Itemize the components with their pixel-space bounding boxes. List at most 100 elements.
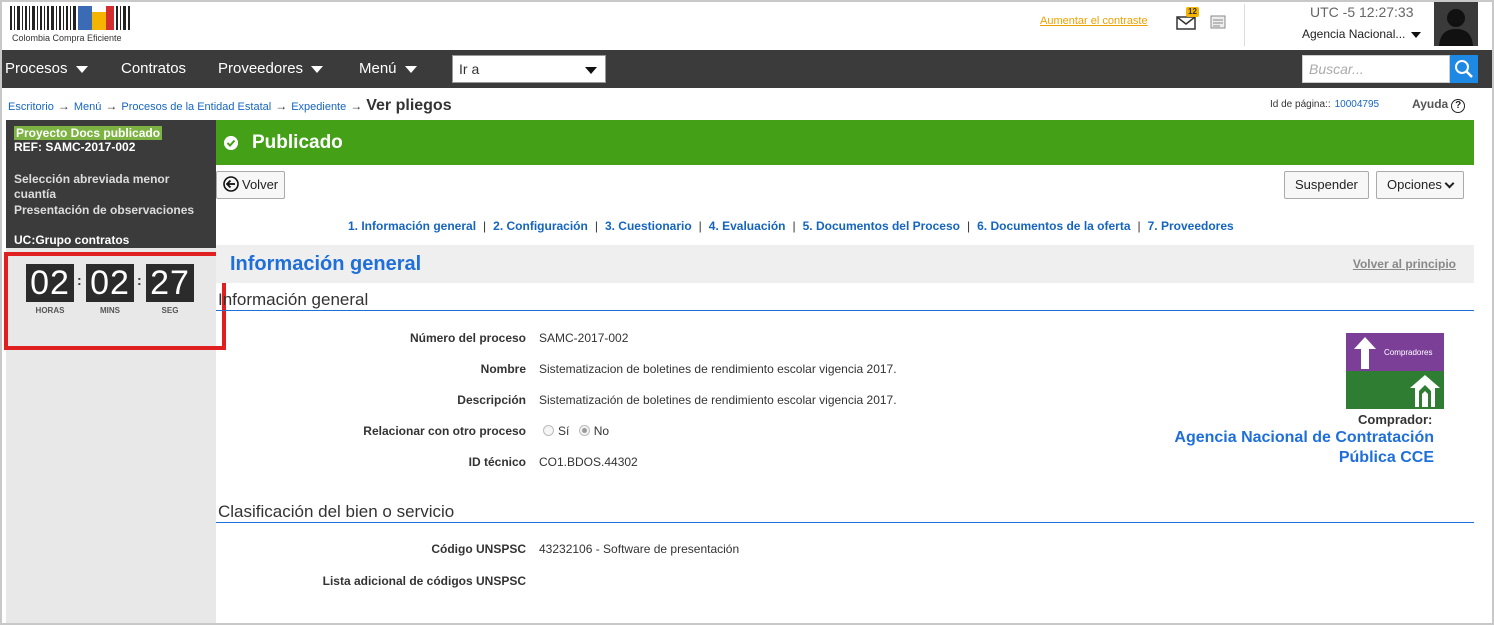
barcode-logo-icon xyxy=(10,6,130,30)
page-id-label: Id de página:: xyxy=(1270,99,1331,110)
arrow-left-circle-icon xyxy=(223,176,239,192)
process-unit: UC:Grupo contratos xyxy=(14,233,130,247)
tab-documentos-oferta[interactable]: 6. Documentos de la oferta xyxy=(977,219,1130,233)
nav-menu[interactable]: Menú xyxy=(359,50,417,88)
section-title: Información general xyxy=(230,253,422,275)
main-nav: Procesos Contratos Proveedores Menú Ir a… xyxy=(2,50,1492,88)
process-phase: Presentación de observaciones xyxy=(14,203,195,217)
tab-cuestionario[interactable]: 3. Cuestionario xyxy=(605,219,692,233)
nav-proveedores[interactable]: Proveedores xyxy=(218,50,324,88)
tab-separator: | xyxy=(1137,219,1141,233)
field-label: Relacionar con otro proceso xyxy=(363,424,526,438)
breadcrumb-escritorio[interactable]: Escritorio xyxy=(8,101,54,113)
buyer-name-link[interactable]: Agencia Nacional de Contratación Pública… xyxy=(1132,428,1434,468)
field-lista-unspsc: Lista adicional de códigos UNSPSC xyxy=(216,574,1116,592)
mail-count-badge: 12 xyxy=(1186,7,1199,17)
tab-separator: | xyxy=(967,219,971,233)
utc-clock: UTC -5 12:27:33 xyxy=(1310,4,1414,20)
field-label: Lista adicional de códigos UNSPSC xyxy=(322,574,526,588)
buyer-label: Comprador: xyxy=(1358,412,1433,427)
arrow-right-icon: → xyxy=(57,99,70,113)
field-numero-proceso: Número del proceso SAMC-2017-002 xyxy=(216,331,1116,349)
nav-label: Proveedores xyxy=(218,60,304,77)
field-id-tecnico: ID técnico CO1.BDOS.44302 xyxy=(216,455,1116,473)
field-label: Código UNSPSC xyxy=(431,542,526,556)
status-title: Publicado xyxy=(252,132,343,153)
caret-down-icon xyxy=(311,65,324,73)
logo-text-compradores: Compradores xyxy=(1384,348,1433,357)
field-label: ID técnico xyxy=(468,455,526,469)
field-value: Sistematizacion de boletines de rendimie… xyxy=(539,362,897,376)
breadcrumb: Escritorio → Menú → Procesos de la Entidad E… xyxy=(8,97,452,115)
section-header: Información general Volver al principio xyxy=(216,245,1474,283)
divider xyxy=(1244,4,1245,46)
arrow-right-icon: → xyxy=(105,99,118,113)
logo[interactable]: Colombia Compra Eficiente xyxy=(10,6,140,46)
tab-evaluacion[interactable]: 4. Evaluación xyxy=(709,219,786,233)
suspend-button[interactable]: Suspender xyxy=(1284,171,1369,199)
user-icon xyxy=(1439,9,1473,46)
breadcrumb-procesos[interactable]: Procesos de la Entidad Estatal xyxy=(121,101,271,113)
radio-no[interactable] xyxy=(578,425,590,436)
agency-selector[interactable]: Agencia Nacional... xyxy=(1302,27,1422,41)
arrow-up-icon xyxy=(1354,337,1376,369)
breadcrumb-menu[interactable]: Menú xyxy=(74,101,102,113)
tab-documentos-proceso[interactable]: 5. Documentos del Proceso xyxy=(803,219,960,233)
process-tabs: 1. Información general | 2. Configuración |… xyxy=(348,219,1234,233)
sidebar: Proyecto Docs publicado REF: SAMC-2017-0… xyxy=(6,120,216,623)
field-label: Número del proceso xyxy=(409,331,526,345)
back-to-top-link[interactable]: Volver al principio xyxy=(1353,257,1456,271)
tab-separator: | xyxy=(594,219,598,233)
caret-down-icon xyxy=(404,65,417,73)
buyer-logo: Compradores Proveedores xyxy=(1346,333,1444,432)
tab-separator: | xyxy=(698,219,702,233)
subsection-clasificacion: Clasificación del bien o servicio xyxy=(218,502,455,521)
page-id-value: 10004795 xyxy=(1334,99,1380,110)
question-icon: ? xyxy=(1451,99,1466,113)
tab-configuracion[interactable]: 2. Configuración xyxy=(493,219,588,233)
radio-no-label: No xyxy=(593,424,610,438)
breadcrumb-expediente[interactable]: Expediente xyxy=(291,101,346,113)
caret-down-icon xyxy=(1411,31,1422,38)
back-button[interactable]: Volver xyxy=(216,171,286,199)
nav-procesos[interactable]: Procesos xyxy=(5,50,88,88)
field-unspsc: Código UNSPSC 43232106 - Software de pre… xyxy=(216,542,1116,560)
top-bar: Colombia Compra Eficiente Aumentar el co… xyxy=(2,2,1492,50)
radio-si[interactable] xyxy=(543,425,554,436)
logo-bottom-block: Proveedores xyxy=(1346,371,1444,432)
help-link[interactable]: Ayuda? xyxy=(1412,97,1466,113)
radio-si-label: Sí xyxy=(558,424,570,438)
tab-separator: | xyxy=(792,219,796,233)
back-label: Volver xyxy=(242,177,279,192)
agency-name: Agencia Nacional... xyxy=(1302,27,1406,41)
subsection-informacion-general: Información general xyxy=(218,290,369,309)
help-label: Ayuda xyxy=(1412,97,1449,111)
search-button[interactable] xyxy=(1450,55,1478,83)
section-divider xyxy=(216,310,1474,311)
caret-down-icon xyxy=(585,67,597,74)
house-icon xyxy=(1410,375,1440,407)
tab-separator: | xyxy=(483,219,487,233)
nav-contratos[interactable]: Contratos xyxy=(121,50,186,88)
options-button[interactable]: Opciones xyxy=(1376,171,1464,199)
check-circle-icon xyxy=(224,136,238,150)
chevron-down-icon xyxy=(1444,178,1455,189)
document-icon[interactable] xyxy=(1210,14,1226,30)
nav-label: Procesos xyxy=(5,60,68,77)
tab-informacion-general[interactable]: 1. Información general xyxy=(348,219,476,233)
search-input[interactable]: Buscar... xyxy=(1302,55,1450,83)
goto-select[interactable]: Ir a xyxy=(452,55,606,83)
process-ref: REF: SAMC-2017-002 xyxy=(14,140,136,154)
arrow-right-icon: → xyxy=(275,99,288,113)
logo-text: Colombia Compra Eficiente xyxy=(12,33,122,43)
increase-contrast-link[interactable]: Aumentar el contraste xyxy=(1040,15,1148,27)
avatar[interactable] xyxy=(1434,2,1478,46)
options-label: Opciones xyxy=(1387,177,1442,192)
section-divider xyxy=(216,522,1474,523)
nav-label: Menú xyxy=(359,60,397,77)
page-id: Id de página:: 10004795 xyxy=(1270,99,1379,110)
arrow-right-icon: → xyxy=(350,99,363,113)
tab-proveedores[interactable]: 7. Proveedores xyxy=(1148,219,1234,233)
field-relacionar: Relacionar con otro proceso Sí No xyxy=(216,424,1116,442)
field-value: 43232106 - Software de presentación xyxy=(539,542,740,556)
